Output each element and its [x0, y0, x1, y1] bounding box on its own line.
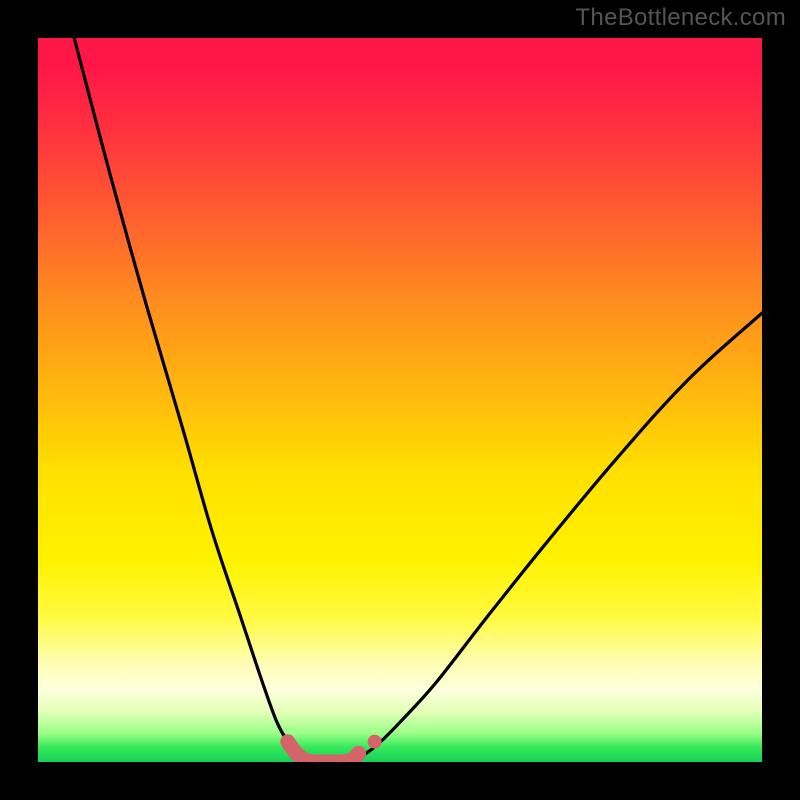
outer-frame: TheBottleneck.com [0, 0, 800, 800]
right-branch-curve [347, 313, 762, 761]
chart-svg [38, 38, 762, 762]
valley-highlight-segment [288, 742, 359, 762]
left-branch-curve [74, 38, 308, 761]
detached-highlight-dot [368, 735, 382, 749]
plot-area [38, 38, 762, 762]
watermark-text: TheBottleneck.com [575, 4, 786, 32]
